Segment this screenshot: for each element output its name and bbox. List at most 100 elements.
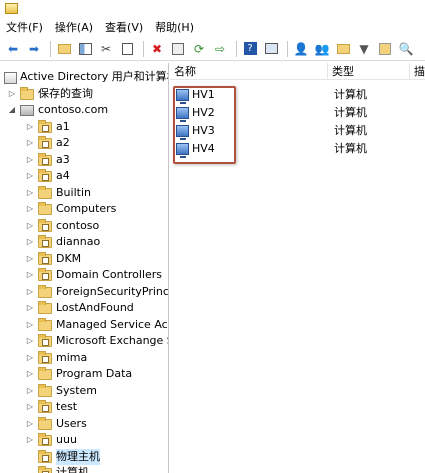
menu-action[interactable]: 操作(A) [55, 18, 93, 37]
properties-icon[interactable] [169, 40, 187, 58]
expand-arrow-icon[interactable]: ▷ [26, 251, 34, 267]
console-icon[interactable] [262, 40, 280, 58]
tree-item-label: test [56, 400, 78, 413]
help-icon[interactable]: ? [241, 40, 259, 58]
tree-item-label: uuu [56, 433, 77, 446]
tree-item[interactable]: ▷ LostAndFound [0, 300, 168, 316]
menu-bar: 文件(F) 操作(A) 查看(V) 帮助(H) [0, 18, 425, 37]
column-type-header[interactable]: 类型 [328, 63, 410, 80]
expand-arrow-icon[interactable]: ▷ [26, 300, 34, 316]
back-icon[interactable]: ⬅ [4, 40, 22, 58]
tree-item-label: System [56, 383, 98, 397]
ou-icon [38, 169, 52, 182]
delete-icon[interactable]: ✖ [148, 40, 166, 58]
expand-arrow-icon[interactable]: ▷ [26, 284, 34, 300]
tree-item-label: 保存的查询 [38, 86, 93, 100]
forward-icon[interactable]: ➡ [25, 40, 43, 58]
tree-item[interactable]: ▷ Computers [0, 201, 168, 217]
tree-item[interactable]: ▷ Managed Service Acco [0, 317, 168, 333]
tree-item[interactable]: ▷ 保存的查询 [0, 86, 168, 102]
tree-item[interactable]: ▷ Builtin [0, 185, 168, 201]
column-description-header[interactable]: 描 [410, 63, 425, 80]
expand-arrow-icon[interactable]: ▷ [8, 86, 16, 102]
expand-arrow-icon[interactable]: ▷ [26, 399, 34, 415]
app-icon [5, 3, 18, 14]
expand-arrow-icon[interactable]: ▷ [26, 267, 34, 283]
expand-arrow-icon[interactable]: ▷ [26, 152, 34, 168]
collapse-arrow-icon[interactable]: ◢ [8, 102, 16, 118]
tree-item-label: Microsoft Exchange Se [56, 334, 169, 347]
tree-item[interactable]: ▷ uuu [0, 432, 168, 448]
tree-item-label: Users [56, 416, 87, 430]
expand-arrow-icon[interactable]: ▷ [26, 201, 34, 217]
list-pane: 名称 类型 描 HV1 计算机 HV2 计算机 HV3 计算机 HV4 计算机 [170, 63, 425, 473]
tree-item[interactable]: ▷ System [0, 383, 168, 399]
refresh-icon[interactable]: ⟳ [190, 40, 208, 58]
expand-arrow-icon[interactable]: ▷ [26, 168, 34, 184]
tree-item[interactable]: 计算机 [0, 465, 168, 473]
expand-arrow-icon[interactable]: ▷ [26, 383, 34, 399]
new-ou-icon[interactable] [334, 40, 352, 58]
tree-item[interactable]: ▷ a1 [0, 119, 168, 135]
ou-icon [38, 433, 52, 446]
tree-item[interactable]: ▷ a4 [0, 168, 168, 184]
domain-icon [20, 104, 34, 116]
tree-item[interactable]: ▷ Domain Controllers [0, 267, 168, 283]
folder-icon [38, 202, 52, 215]
ou-icon [38, 400, 52, 413]
tree-item[interactable]: ▷ a3 [0, 152, 168, 168]
list-item-type: 计算机 [334, 124, 367, 137]
folder-icon [38, 383, 52, 397]
menu-help[interactable]: 帮助(H) [155, 18, 194, 37]
show-tree-icon[interactable] [76, 40, 94, 58]
add-to-group-icon[interactable] [376, 40, 394, 58]
find-icon[interactable]: 🔍 [397, 40, 415, 58]
ou-icon [38, 218, 52, 232]
tree-item[interactable]: ▷ Microsoft Exchange Se [0, 333, 169, 349]
tree-item[interactable]: ▷ mima [0, 350, 168, 366]
column-name-header[interactable]: 名称 [170, 63, 328, 80]
expand-arrow-icon[interactable]: ▷ [26, 432, 34, 448]
expand-arrow-icon[interactable]: ▷ [26, 416, 34, 432]
tree-item-label: DKM [56, 251, 82, 265]
up-folder-icon[interactable] [55, 40, 73, 58]
tree-item[interactable]: ▷ Users [0, 416, 168, 432]
toolbar-separator [287, 40, 288, 57]
new-group-icon[interactable]: 👥 [313, 40, 331, 58]
ou-icon [38, 334, 52, 347]
expand-arrow-icon[interactable]: ▷ [26, 234, 34, 250]
tree-item[interactable]: ▷ a2 [0, 135, 168, 151]
expand-arrow-icon[interactable]: ▷ [26, 317, 34, 333]
new-user-icon[interactable]: 👤 [292, 40, 310, 58]
tree-item-label: 物理主机 [56, 448, 100, 465]
tree-item[interactable]: Active Directory 用户和计算机 [0, 69, 168, 85]
expand-arrow-icon[interactable]: ▷ [26, 333, 34, 349]
export-list-icon[interactable]: ⇨ [211, 40, 229, 58]
expand-arrow-icon[interactable]: ▷ [26, 218, 34, 234]
tree-item-label: contoso.com [38, 103, 109, 116]
expand-arrow-icon[interactable]: ▷ [26, 119, 34, 135]
expand-arrow-icon[interactable]: ▷ [26, 135, 34, 151]
tree-item[interactable]: 物理主机 [0, 448, 168, 465]
tree-item[interactable]: ▷ diannao [0, 234, 168, 250]
tree-item[interactable]: ▷ contoso [0, 218, 168, 234]
menu-file[interactable]: 文件(F) [6, 18, 43, 37]
tree-item[interactable]: ▷ ForeignSecurityPrincipa [0, 284, 169, 300]
ou-icon [38, 152, 52, 166]
filter-icon[interactable]: ▼ [355, 40, 373, 58]
tree-item[interactable]: ◢ contoso.com [0, 102, 168, 118]
tree-item-label: contoso [56, 218, 100, 232]
cut-icon[interactable]: ✂ [97, 40, 115, 58]
tree-item[interactable]: ▷ Program Data [0, 366, 168, 382]
expand-arrow-icon[interactable]: ▷ [26, 366, 34, 382]
expand-arrow-icon[interactable]: ▷ [26, 185, 34, 201]
menu-view[interactable]: 查看(V) [105, 18, 143, 37]
tree-item-label: ForeignSecurityPrincipa [56, 284, 169, 298]
expand-arrow-icon[interactable]: ▷ [26, 350, 34, 366]
tree-item-label: diannao [56, 235, 101, 248]
tree-item[interactable]: ▷ DKM [0, 251, 168, 267]
copy-icon[interactable] [118, 40, 136, 58]
tree-item[interactable]: ▷ test [0, 399, 168, 415]
ou-icon [38, 119, 52, 133]
tree-item-label: Computers [56, 202, 117, 215]
